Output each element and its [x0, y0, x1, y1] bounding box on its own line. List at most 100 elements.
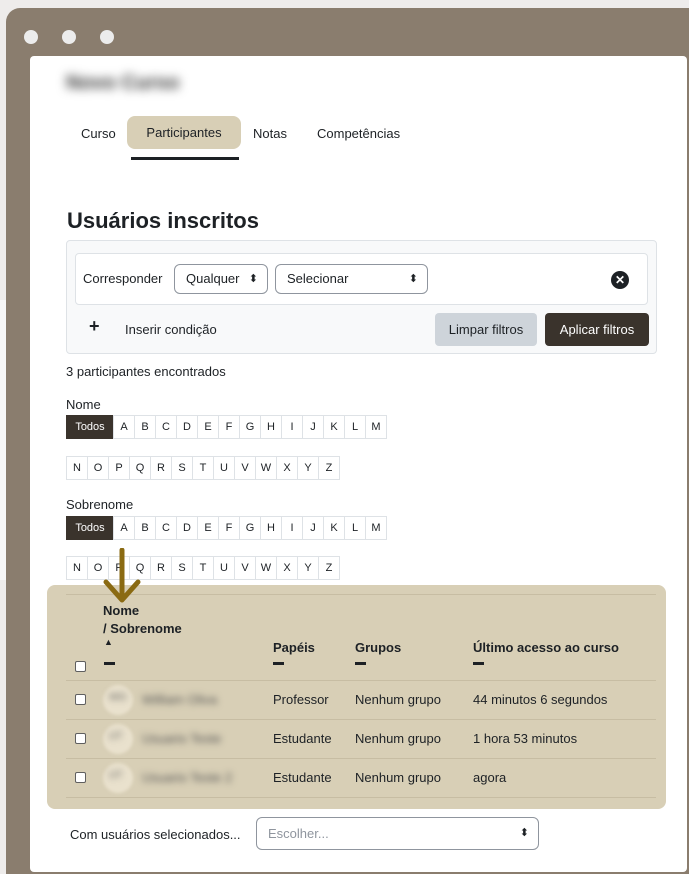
initial-letter[interactable]: V [234, 556, 256, 580]
initial-letter[interactable]: X [276, 556, 298, 580]
initial-letter[interactable]: B [134, 415, 156, 439]
initial-letter[interactable]: X [276, 456, 298, 480]
participant-group[interactable]: Nenhum grupo [355, 770, 441, 785]
avatar-initials: UT [109, 731, 123, 742]
down-arrow-annotation-icon [103, 548, 141, 603]
initial-letter[interactable]: R [150, 556, 172, 580]
initial-letter[interactable]: F [218, 516, 240, 540]
window-maximize-dot[interactable] [100, 30, 114, 44]
tab-participantes[interactable]: Participantes [127, 116, 241, 149]
initial-letter[interactable]: O [87, 456, 109, 480]
initial-letter[interactable]: U [213, 556, 235, 580]
initial-letter[interactable]: L [344, 516, 366, 540]
initial-letter[interactable]: M [365, 415, 387, 439]
match-select-value: Qualquer [186, 271, 240, 286]
filter-condition-row: Corresponder Qualquer ⬍ Selecionar ⬍ ✕ [75, 253, 648, 305]
condition-select-value: Selecionar [287, 271, 349, 286]
initial-all-last[interactable]: Todos [66, 516, 114, 540]
participant-role[interactable]: Professor [273, 692, 329, 707]
bulk-action-select[interactable]: Escolher... ⬍ [256, 817, 539, 850]
participant-name[interactable]: Usuario Teste [142, 731, 221, 746]
tab-notas[interactable]: Notas [253, 126, 287, 141]
initial-letter[interactable]: L [344, 415, 366, 439]
collapse-column-icon[interactable] [104, 662, 115, 665]
initial-letter[interactable]: V [234, 456, 256, 480]
initial-letter[interactable]: N [66, 556, 88, 580]
tab-competencias[interactable]: Competências [317, 126, 400, 141]
initial-letter[interactable]: W [255, 456, 277, 480]
avatar-initials: UT [109, 770, 123, 781]
select-all-checkbox[interactable] [75, 661, 86, 672]
initial-letter[interactable]: F [218, 415, 240, 439]
initial-letter[interactable]: R [150, 456, 172, 480]
initial-all-first[interactable]: Todos [66, 415, 114, 439]
row-checkbox[interactable] [75, 772, 86, 783]
participants-count: 3 participantes encontrados [66, 364, 226, 379]
initial-letter[interactable]: K [323, 415, 345, 439]
collapse-column-icon[interactable] [473, 662, 484, 665]
window-close-dot[interactable] [24, 30, 38, 44]
match-select[interactable]: Qualquer ⬍ [174, 264, 268, 294]
initial-letter[interactable]: T [192, 456, 214, 480]
initial-letter[interactable]: A [113, 415, 135, 439]
initial-letter[interactable]: J [302, 516, 324, 540]
sort-ascending-icon: ▲ [104, 637, 113, 647]
initial-letter[interactable]: J [302, 415, 324, 439]
initial-letter[interactable]: Z [318, 456, 340, 480]
initial-letter[interactable]: H [260, 516, 282, 540]
add-condition-link[interactable]: Inserir condição [125, 322, 217, 337]
condition-select[interactable]: Selecionar ⬍ [275, 264, 428, 294]
initial-letter[interactable]: T [192, 556, 214, 580]
initial-letter[interactable]: Y [297, 556, 319, 580]
first-name-initials-row2: N O P Q R S T U V W X Y Z [66, 456, 340, 480]
clear-filters-button[interactable]: Limpar filtros [435, 313, 537, 346]
initial-letter[interactable]: G [239, 516, 261, 540]
participant-group[interactable]: Nenhum grupo [355, 692, 441, 707]
apply-filters-button[interactable]: Aplicar filtros [545, 313, 649, 346]
participant-name[interactable]: William Oliva [142, 692, 217, 707]
initial-letter[interactable]: G [239, 415, 261, 439]
header-last-access[interactable]: Último acesso ao curso [473, 640, 619, 655]
initial-letter[interactable]: C [155, 516, 177, 540]
initial-letter[interactable]: M [365, 516, 387, 540]
window-minimize-dot[interactable] [62, 30, 76, 44]
avatar-initials: WO [109, 692, 127, 703]
table-top-border [66, 594, 656, 595]
collapse-column-icon[interactable] [355, 662, 366, 665]
initial-letter[interactable]: E [197, 516, 219, 540]
participant-role[interactable]: Estudante [273, 731, 332, 746]
initial-letter[interactable]: P [108, 456, 130, 480]
initial-letter[interactable]: I [281, 415, 303, 439]
row-checkbox[interactable] [75, 733, 86, 744]
initial-letter[interactable]: Q [129, 456, 151, 480]
close-circle-icon[interactable]: ✕ [611, 271, 629, 289]
initial-letter[interactable]: H [260, 415, 282, 439]
initial-letter[interactable]: D [176, 415, 198, 439]
initial-letter[interactable]: D [176, 516, 198, 540]
row-checkbox[interactable] [75, 694, 86, 705]
initial-letter[interactable]: N [66, 456, 88, 480]
participant-role[interactable]: Estudante [273, 770, 332, 785]
initial-letter[interactable]: S [171, 556, 193, 580]
initial-letter[interactable]: A [113, 516, 135, 540]
updown-caret-icon: ⬍ [408, 273, 418, 285]
initial-letter[interactable]: B [134, 516, 156, 540]
initial-letter[interactable]: S [171, 456, 193, 480]
header-surname[interactable]: / Sobrenome [103, 621, 182, 636]
initial-letter[interactable]: U [213, 456, 235, 480]
initial-letter[interactable]: I [281, 516, 303, 540]
plus-icon[interactable]: + [89, 316, 100, 337]
initial-letter[interactable]: W [255, 556, 277, 580]
first-name-label: Nome [66, 397, 101, 412]
participant-name[interactable]: Usuario Teste 2 [142, 770, 232, 785]
table-bottom-border [66, 797, 656, 798]
initial-letter[interactable]: K [323, 516, 345, 540]
participant-group[interactable]: Nenhum grupo [355, 731, 441, 746]
collapse-column-icon[interactable] [273, 662, 284, 665]
initial-letter[interactable]: Y [297, 456, 319, 480]
initial-letter[interactable]: Z [318, 556, 340, 580]
initial-letter[interactable]: C [155, 415, 177, 439]
participants-table: Nome / Sobrenome ▲ Papéis Grupos Último … [47, 585, 666, 809]
tab-curso[interactable]: Curso [81, 126, 116, 141]
initial-letter[interactable]: E [197, 415, 219, 439]
